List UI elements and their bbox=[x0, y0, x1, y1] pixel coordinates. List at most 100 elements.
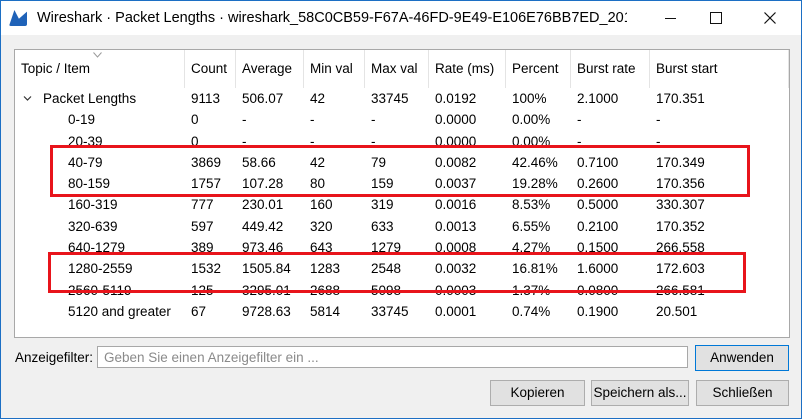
packet-lengths-dialog: Wireshark · Packet Lengths · wireshark_5… bbox=[0, 0, 802, 419]
cell-rate: 0.0001 bbox=[435, 303, 477, 319]
cell-topic: Packet Lengths bbox=[43, 91, 137, 106]
column-header-max-val[interactable]: Max val bbox=[365, 50, 429, 88]
cell-average: 1505.84 bbox=[242, 261, 291, 277]
cell-percent: 19.28% bbox=[512, 176, 558, 192]
cell-max-val: - bbox=[371, 112, 376, 128]
wireshark-fin-icon bbox=[9, 10, 27, 26]
close-icon bbox=[764, 12, 776, 24]
cell-count: 0 bbox=[191, 133, 199, 149]
column-header-burst-start[interactable]: Burst start bbox=[650, 50, 789, 88]
cell-min-val: 80 bbox=[310, 176, 326, 192]
cell-percent: 6.55% bbox=[512, 218, 551, 234]
cell-burst-start: 170.352 bbox=[656, 218, 705, 234]
cell-topic: 1280-2559 bbox=[68, 261, 133, 277]
column-header-rate[interactable]: Rate (ms) bbox=[429, 50, 506, 88]
cell-burst-rate: 0.0800 bbox=[577, 282, 619, 298]
table-row[interactable]: 40-79 3869 58.66 42 79 0.0082 42.46% 0.7100 170.… bbox=[15, 152, 789, 173]
cell-topic: 0-19 bbox=[68, 112, 96, 128]
cell-min-val: 1283 bbox=[310, 261, 341, 277]
cell-burst-rate: - bbox=[577, 133, 582, 149]
cell-burst-start: 170.356 bbox=[656, 176, 705, 192]
cell-topic: 160-319 bbox=[68, 197, 118, 213]
table-row[interactable]: 640-1279 389 973.46 643 1279 0.0008 4.27% 0.150… bbox=[15, 237, 789, 258]
cell-rate: 0.0016 bbox=[435, 197, 477, 213]
maximize-button[interactable] bbox=[693, 1, 739, 35]
column-header-percent[interactable]: Percent bbox=[506, 50, 571, 88]
cell-max-val: 1279 bbox=[371, 240, 402, 256]
close-window-button[interactable] bbox=[747, 1, 793, 35]
cell-burst-start: 20.501 bbox=[656, 303, 698, 319]
column-header-count[interactable]: Count bbox=[185, 50, 236, 88]
cell-min-val: 320 bbox=[310, 218, 333, 234]
close-button[interactable]: Schließen bbox=[696, 380, 789, 406]
cell-average: 449.42 bbox=[242, 218, 284, 234]
table-row[interactable]: 1280-2559 1532 1505.84 1283 2548 0.0032 16.81%… bbox=[15, 258, 789, 279]
cell-average: - bbox=[242, 133, 247, 149]
column-header-average[interactable]: Average bbox=[236, 50, 304, 88]
table-row[interactable]: 320-639 597 449.42 320 633 0.0013 6.55% 0.2100 1… bbox=[15, 216, 789, 237]
table-row[interactable]: Packet Lengths 9113 506.07 42 33745 0.0192 100… bbox=[15, 88, 789, 109]
cell-rate: 0.0008 bbox=[435, 240, 477, 256]
cell-topic: 2560-5119 bbox=[68, 282, 132, 298]
cell-max-val: 33745 bbox=[371, 303, 409, 319]
cell-burst-start: 170.351 bbox=[656, 91, 705, 106]
cell-max-val: 79 bbox=[371, 154, 387, 170]
cell-max-val: 319 bbox=[371, 197, 394, 213]
minimize-button[interactable] bbox=[647, 1, 693, 35]
cell-average: 230.01 bbox=[242, 197, 284, 213]
statistics-tree[interactable]: Topic / Item Count Average Min val Max val Ra… bbox=[14, 49, 790, 338]
cell-average: 9728.63 bbox=[242, 303, 291, 319]
cell-count: 67 bbox=[191, 303, 207, 319]
table-row[interactable]: 80-159 1757 107.28 80 159 0.0037 19.28% 0.2600 1… bbox=[15, 173, 789, 194]
cell-percent: 4.27% bbox=[512, 240, 551, 256]
cell-burst-start: 266.581 bbox=[656, 282, 705, 298]
cell-count: 597 bbox=[191, 218, 214, 234]
cell-average: 3295.01 bbox=[242, 282, 291, 298]
cell-rate: 0.0032 bbox=[435, 261, 477, 277]
cell-average: 107.28 bbox=[242, 176, 284, 192]
copy-button[interactable]: Kopieren bbox=[490, 380, 585, 406]
cell-burst-rate: 2.1000 bbox=[577, 91, 619, 106]
cell-percent: 8.53% bbox=[512, 197, 551, 213]
column-header-topic[interactable]: Topic / Item bbox=[15, 50, 185, 88]
table-row[interactable]: 2560-5119 125 3295.01 2688 5098 0.0003 1.37% 0.… bbox=[15, 280, 789, 301]
table-row[interactable]: 0-19 0 - - - 0.0000 0.00% - - bbox=[15, 109, 789, 130]
cell-min-val: 42 bbox=[310, 91, 326, 106]
cell-rate: 0.0000 bbox=[435, 112, 477, 128]
cell-average: - bbox=[242, 112, 247, 128]
cell-rate: 0.0000 bbox=[435, 133, 477, 149]
column-header-burst-rate[interactable]: Burst rate bbox=[571, 50, 650, 88]
chevron-down-icon[interactable] bbox=[23, 94, 32, 103]
cell-max-val: 5098 bbox=[371, 282, 402, 298]
cell-percent: 0.74% bbox=[512, 303, 551, 319]
title-bar[interactable]: Wireshark · Packet Lengths · wireshark_5… bbox=[1, 1, 801, 35]
table-body: Packet Lengths 9113 506.07 42 33745 0.0192 100… bbox=[15, 88, 789, 322]
apply-button[interactable]: Anwenden bbox=[695, 345, 789, 371]
cell-burst-start: 330.307 bbox=[656, 197, 705, 213]
cell-percent: 0.00% bbox=[512, 133, 551, 149]
cell-percent: 16.81% bbox=[512, 261, 558, 277]
cell-average: 506.07 bbox=[242, 91, 284, 106]
cell-topic: 5120 and greater bbox=[68, 303, 171, 319]
column-header-min-val[interactable]: Min val bbox=[304, 50, 365, 88]
cell-topic: 80-159 bbox=[68, 176, 111, 192]
table-row[interactable]: 5120 and greater 67 9728.63 5814 33745 0.0001… bbox=[15, 301, 789, 322]
cell-max-val: - bbox=[371, 133, 376, 149]
table-row[interactable]: 20-39 0 - - - 0.0000 0.00% - - bbox=[15, 131, 789, 152]
maximize-icon bbox=[710, 12, 722, 24]
column-header-row: Topic / Item Count Average Min val Max val Ra… bbox=[15, 50, 789, 88]
cell-burst-rate: 0.1900 bbox=[577, 303, 619, 319]
cell-count: 1757 bbox=[191, 176, 222, 192]
save-as-button[interactable]: Speichern als... bbox=[591, 380, 689, 406]
cell-average: 973.46 bbox=[242, 240, 284, 256]
cell-topic: 40-79 bbox=[68, 154, 103, 170]
window-title: Wireshark · Packet Lengths · wireshark_5… bbox=[37, 10, 627, 26]
cell-min-val: 643 bbox=[310, 240, 333, 256]
cell-burst-rate: 0.2100 bbox=[577, 218, 619, 234]
display-filter-input[interactable] bbox=[97, 346, 688, 368]
cell-percent: 0.00% bbox=[512, 112, 551, 128]
cell-count: 3869 bbox=[191, 154, 222, 170]
display-filter-label: Anzeigefilter: bbox=[15, 350, 94, 365]
table-row[interactable]: 160-319 777 230.01 160 319 0.0016 8.53% 0.5000 3… bbox=[15, 194, 789, 215]
cell-count: 1532 bbox=[191, 261, 222, 277]
